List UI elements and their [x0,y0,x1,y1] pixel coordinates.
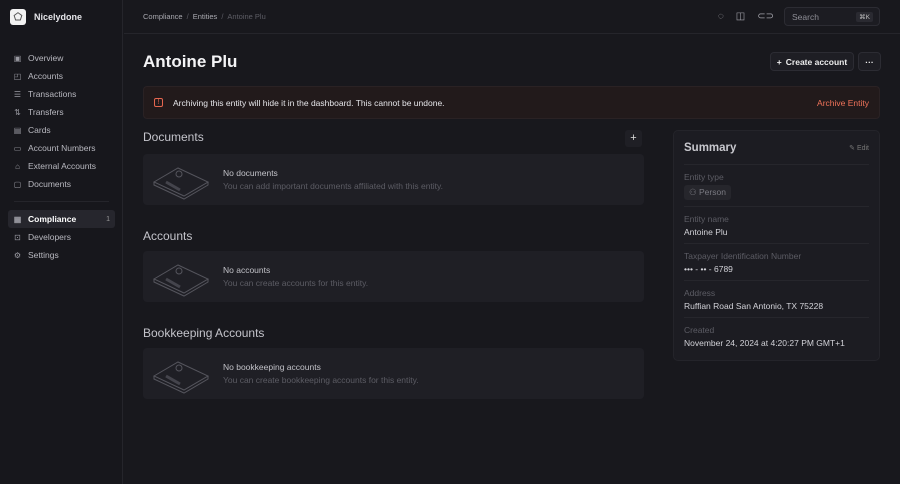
empty-text: You can add important documents affiliat… [223,181,444,191]
sidebar-item-label: Overview [28,53,64,63]
divider [14,201,109,202]
empty-box-icon [152,361,210,394]
field-value: November 24, 2024 at 4:20:27 PM GMT+1 [684,338,845,348]
field-label: Taxpayer Identification Number [684,251,802,261]
summary-panel: Summary ✎ Edit Entity type ⚇ Person Entit… [673,130,880,361]
sidebar-item-label: Documents [28,179,71,189]
transfer-icon: ⇅ [14,107,21,117]
field-tin: Taxpayer Identification Number ••• - •• -… [684,243,869,280]
empty-box-icon [152,264,210,297]
create-account-button[interactable]: + Create account [770,52,854,71]
empty-title: No accounts [223,265,271,275]
sidebar-item-account-numbers[interactable]: ▭ Account Numbers [8,139,115,157]
wallet-icon: ◰ [13,71,22,81]
folder-icon: ▢ [13,179,22,189]
field-label: Entity name [684,214,729,224]
bank-icon: ⌂ [15,161,20,171]
gear-icon: ⚙ [13,250,22,260]
warning-message: Archiving this entity will hide it in th… [173,98,445,108]
empty-title: No documents [223,168,278,178]
button-label: Create account [785,56,848,67]
breadcrumb-compliance[interactable]: Compliance [143,12,183,21]
sidebar-item-compliance[interactable]: ▦ Compliance 1 [8,210,115,228]
edit-button[interactable]: ✎ Edit [849,144,869,152]
search-placeholder: Search [792,12,819,22]
card-icon: ▤ [13,125,22,135]
field-entity-name: Entity name Antoine Plu [684,206,869,243]
more-icon: ··· [865,56,874,67]
person-icon: ⚇ [689,187,699,197]
toggle-icon[interactable]: ⊂⊃ [757,11,774,22]
sidebar-item-label: Account Numbers [28,143,96,153]
breadcrumb-entities[interactable]: Entities [193,12,218,21]
sidebar-item-label: Transfers [28,107,64,117]
count-badge: 1 [106,215,110,223]
field-label: Created [684,325,715,335]
edit-label: Edit [856,145,869,152]
chart-icon: ▣ [13,53,22,63]
sidebar-item-developers[interactable]: ⊡ Developers [8,228,115,246]
empty-text: You can create accounts for this entity. [223,278,369,288]
page-title: Antoine Plu [143,52,238,71]
entity-type-chip: ⚇ Person [684,185,731,200]
sidebar-item-overview[interactable]: ▣ Overview [8,49,115,67]
sidebar-item-documents[interactable]: ▢ Documents [8,175,115,193]
sidebar-item-accounts[interactable]: ◰ Accounts [8,67,115,85]
file-icon: ▦ [13,214,22,224]
workspace-switcher[interactable]: ⬠ Nicelydone [10,9,82,25]
summary-title: Summary [684,142,737,154]
breadcrumb: Compliance / Entities / Antoine Plu [143,12,266,21]
sidebar-item-label: Cards [28,125,51,135]
plus-icon: + [776,56,782,67]
warning-icon: ! [154,98,163,107]
field-created: Created November 24, 2024 at 4:20:27 PM G… [684,317,869,354]
pencil-icon: ✎ [849,145,857,152]
field-value: Ruffian Road San Antonio, TX 75228 [684,301,824,311]
shortcut-hint: ⌘K [856,12,873,22]
field-entity-type: Entity type ⚇ Person [684,164,869,206]
archive-entity-link[interactable]: Archive Entity [817,98,869,108]
section-title-accounts: Accounts [143,229,193,243]
field-label: Entity type [684,172,724,182]
empty-text: You can create bookkeeping accounts for … [223,375,419,385]
accounts-empty-state: No accounts You can create accounts for … [143,251,644,302]
field-label: Address [684,288,716,298]
sidebar-item-settings[interactable]: ⚙ Settings [8,246,115,264]
terminal-icon: ⊡ [14,232,21,242]
empty-title: No bookkeeping accounts [223,362,321,372]
sidebar-item-external-accounts[interactable]: ⌂ External Accounts [8,157,115,175]
sidebar-item-label: Transactions [28,89,77,99]
app-name: Nicelydone [34,12,83,22]
sidebar-item-label: Settings [28,250,59,260]
empty-box-icon [152,167,210,200]
sidebar-item-label: External Accounts [28,161,97,171]
add-document-button[interactable]: + [625,130,642,147]
sidebar-item-label: Accounts [28,71,63,81]
breadcrumb-current: Antoine Plu [227,12,266,21]
field-value: Person [698,187,726,197]
sidebar-item-transactions[interactable]: ☰ Transactions [8,85,115,103]
search-input[interactable]: Search ⌘K [784,7,880,26]
chat-icon[interactable]: ◌ [718,11,724,22]
bookkeeping-empty-state: No bookkeeping accounts You can create b… [143,348,644,399]
sidebar-item-cards[interactable]: ▤ Cards [8,121,115,139]
sidebar-item-label: Developers [28,232,71,242]
field-value: Antoine Plu [684,227,728,237]
section-title-documents: Documents [143,130,204,144]
sidebar-item-label: Compliance [28,214,77,224]
sidebar: ⬠ Nicelydone ▣ Overview ◰ Accounts ☰ Transa… [0,0,123,484]
top-bar: Compliance / Entities / Antoine Plu ◌ ◫ ⊂⊃ S… [124,0,900,34]
archive-warning-banner: ! Archiving this entity will hide it in … [143,86,880,119]
number-icon: ▭ [13,143,22,153]
more-options-button[interactable]: ··· [858,52,881,71]
field-address: Address Ruffian Road San Antonio, TX 7522… [684,280,869,317]
book-icon[interactable]: ◫ [736,11,745,22]
section-title-bookkeeping: Bookkeeping Accounts [143,326,265,340]
sidebar-item-transfers[interactable]: ⇅ Transfers [8,103,115,121]
logo-icon: ⬠ [10,9,26,25]
field-value: ••• - •• - 6789 [684,264,733,274]
documents-empty-state: No documents You can add important docum… [143,154,644,205]
transactions-icon: ☰ [13,89,22,99]
